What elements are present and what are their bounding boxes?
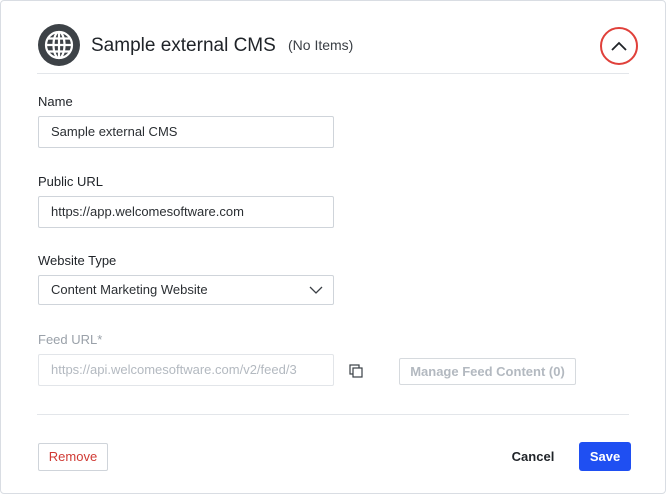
manage-feed-content-button: Manage Feed Content (0) bbox=[399, 358, 576, 385]
chevron-up-icon bbox=[611, 41, 627, 51]
copy-icon[interactable] bbox=[348, 363, 364, 379]
public-url-input[interactable]: https://app.welcomesoftware.com bbox=[38, 196, 334, 228]
item-count-label: (No Items) bbox=[288, 37, 354, 53]
public-url-label: Public URL bbox=[38, 174, 104, 189]
cancel-button[interactable]: Cancel bbox=[501, 443, 565, 471]
name-label: Name bbox=[38, 94, 73, 109]
chevron-down-icon bbox=[309, 286, 323, 294]
page-title: Sample external CMS bbox=[91, 35, 276, 56]
card-header: Sample external CMS (No Items) bbox=[37, 21, 638, 73]
globe-icon bbox=[38, 24, 80, 66]
website-type-value: Content Marketing Website bbox=[51, 282, 208, 297]
footer-divider bbox=[37, 414, 629, 415]
cms-settings-card: Sample external CMS (No Items) Name Samp… bbox=[0, 0, 666, 494]
header-divider bbox=[37, 73, 629, 74]
collapse-button[interactable] bbox=[600, 27, 638, 65]
website-type-select[interactable]: Content Marketing Website bbox=[38, 275, 334, 305]
name-input[interactable]: Sample external CMS bbox=[38, 116, 334, 148]
save-button[interactable]: Save bbox=[579, 442, 631, 471]
feed-url-label: Feed URL* bbox=[38, 332, 103, 347]
website-type-label: Website Type bbox=[38, 253, 117, 268]
feed-url-input: https://api.welcomesoftware.com/v2/feed/… bbox=[38, 354, 334, 386]
remove-button[interactable]: Remove bbox=[38, 443, 108, 471]
